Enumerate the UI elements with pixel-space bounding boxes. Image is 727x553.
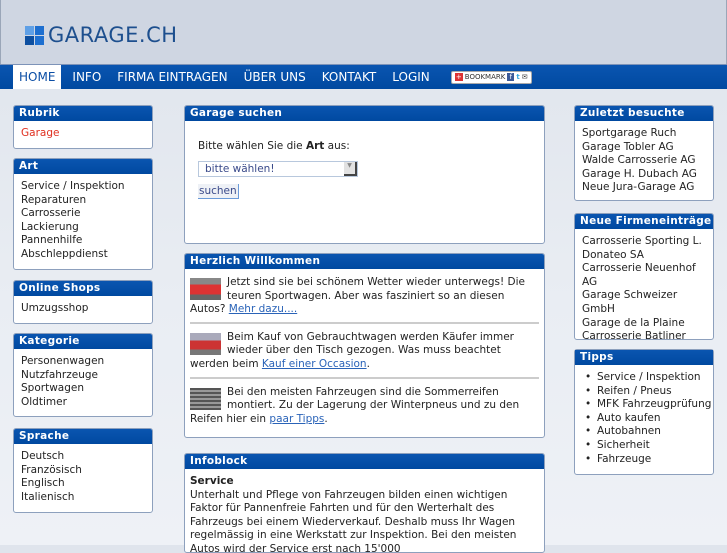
search-prompt: Bitte wählen Sie die Art aus: [198,140,350,152]
article-link[interactable]: paar Tipps [269,413,324,425]
tip-item[interactable]: Auto kaufen [579,412,711,426]
sprache-item[interactable]: Deutsch [21,450,145,464]
search-box: Garage suchen Bitte wählen Sie die Art a… [184,105,545,244]
info-heading: Service [190,475,234,487]
used-car-thumbnail[interactable] [190,332,221,355]
nav-info[interactable]: INFO [67,65,106,89]
box-title: Rubrik [14,106,152,121]
infoblock-box: Infoblock Service Unterhalt und Pflege v… [184,453,545,553]
tires-thumbnail[interactable] [190,387,221,410]
welcome-box: Herzlich Willkommen Jetzt sind sie bei s… [184,253,545,438]
tip-item[interactable]: Reifen / Pneus [579,385,711,399]
box-title: Neue Firmeneinträge [575,214,713,229]
art-item[interactable]: Pannenhilfe [21,234,145,248]
sprache-item[interactable]: Italienisch [21,491,145,505]
kategorie-item[interactable]: Personenwagen [21,355,145,369]
art-item[interactable]: Service / Inspektion [21,180,145,194]
box-title: Zuletzt besuchte [575,106,713,121]
box-title: Herzlich Willkommen [185,254,544,269]
tip-item[interactable]: MFK Fahrzeugprüfung [579,398,711,412]
box-title: Online Shops [14,281,152,296]
nav-kontakt[interactable]: KONTAKT [317,65,382,89]
art-box: Art Service / Inspektion Reparaturen Car… [13,158,153,270]
box-title: Tipps [575,350,713,365]
box-title: Sprache [14,429,152,444]
new-entries-box: Neue Firmeneinträge Carrosserie Sporting… [574,213,714,340]
article-link[interactable]: Kauf einer Occasion [262,358,367,370]
recent-item[interactable]: Neue Jura-Garage AG [582,181,706,195]
nav-firma-eintragen[interactable]: FIRMA EINTRAGEN [112,65,232,89]
box-title: Infoblock [185,454,544,469]
sprache-item[interactable]: Französisch [21,464,145,478]
recent-item[interactable]: Garage H. Dubach AG [582,168,706,182]
new-entry-item[interactable]: Carrosserie Neuenhof AG [582,262,706,289]
dropdown-arrow-icon: ▼ [344,162,357,176]
article: Jetzt sind sie bei schönem Wetter wieder… [190,274,539,324]
header: GARAGE.CH [0,0,727,64]
kategorie-item[interactable]: Oldtimer [21,396,145,410]
logo-text: GARAGE.CH [48,23,178,47]
art-select[interactable]: bitte wählen! ▼ [198,161,358,177]
new-entry-item[interactable]: Garage de la Plaine [582,317,706,331]
new-entry-item[interactable]: Carrosserie Sporting L. Donateo SA [582,235,706,262]
kategorie-item[interactable]: Sportwagen [21,382,145,396]
box-title: Garage suchen [185,106,544,121]
box-title: Art [14,159,152,174]
article-link[interactable]: Mehr dazu.... [229,303,297,315]
twitter-icon[interactable]: t [516,73,519,81]
recent-box: Zuletzt besuchte Sportgarage Ruch Garage… [574,105,714,201]
facebook-icon[interactable]: f [507,73,515,81]
search-button[interactable]: suchen [198,184,239,199]
nav-login[interactable]: LOGIN [387,65,435,89]
sprache-item[interactable]: Englisch [21,477,145,491]
plus-icon: + [454,73,463,81]
art-item[interactable]: Reparaturen [21,194,145,208]
sportscar-thumbnail[interactable] [190,278,221,300]
info-text: Unterhalt und Pflege von Fahrzeugen bild… [190,488,517,553]
art-item[interactable]: Lackierung [21,221,145,235]
sprache-box: Sprache Deutsch Französisch Englisch Ita… [13,428,153,513]
new-entry-item[interactable]: Carrosserie Batliner GmbH [582,330,706,339]
tip-item[interactable]: Fahrzeuge [579,453,711,467]
shop-item[interactable]: Umzugsshop [21,302,145,316]
shops-box: Online Shops Umzugsshop [13,280,153,324]
new-entry-item[interactable]: Garage Schweizer GmbH [582,289,706,316]
mail-icon[interactable]: ✉ [522,73,528,81]
art-item[interactable]: Carrosserie [21,207,145,221]
box-title: Kategorie [14,334,152,349]
recent-item[interactable]: Garage Tobler AG [582,141,706,155]
logo[interactable]: GARAGE.CH [25,23,178,47]
select-value: bitte wählen! [205,163,275,175]
rubrik-box: Rubrik Garage [13,105,153,149]
kategorie-box: Kategorie Personenwagen Nutzfahrzeuge Sp… [13,333,153,417]
tip-item[interactable]: Autobahnen [579,425,711,439]
recent-item[interactable]: Sportgarage Ruch [582,127,706,141]
main-nav: HOME INFO FIRMA EINTRAGEN ÜBER UNS KONTA… [0,64,727,89]
tip-item[interactable]: Service / Inspektion [579,371,711,385]
bookmark-button[interactable]: + BOOKMARK f t ✉ [450,70,532,84]
art-item[interactable]: Abschleppdienst [21,248,145,262]
article: Bei den meisten Fahrzeugen sind die Somm… [190,385,520,425]
logo-icon [25,25,44,45]
bookmark-label: BOOKMARK [464,73,506,81]
nav-home[interactable]: HOME [13,65,62,89]
recent-item[interactable]: Walde Carrosserie AG [582,154,706,168]
tip-item[interactable]: Sicherheit [579,439,711,453]
nav-ueber-uns[interactable]: ÜBER UNS [239,65,311,89]
tips-box: Tipps Service / Inspektion Reifen / Pneu… [574,349,714,475]
rubrik-item-garage[interactable]: Garage [21,127,145,141]
kategorie-item[interactable]: Nutzfahrzeuge [21,369,145,383]
article: Beim Kauf von Gebrauchtwagen werden Käuf… [190,329,539,379]
